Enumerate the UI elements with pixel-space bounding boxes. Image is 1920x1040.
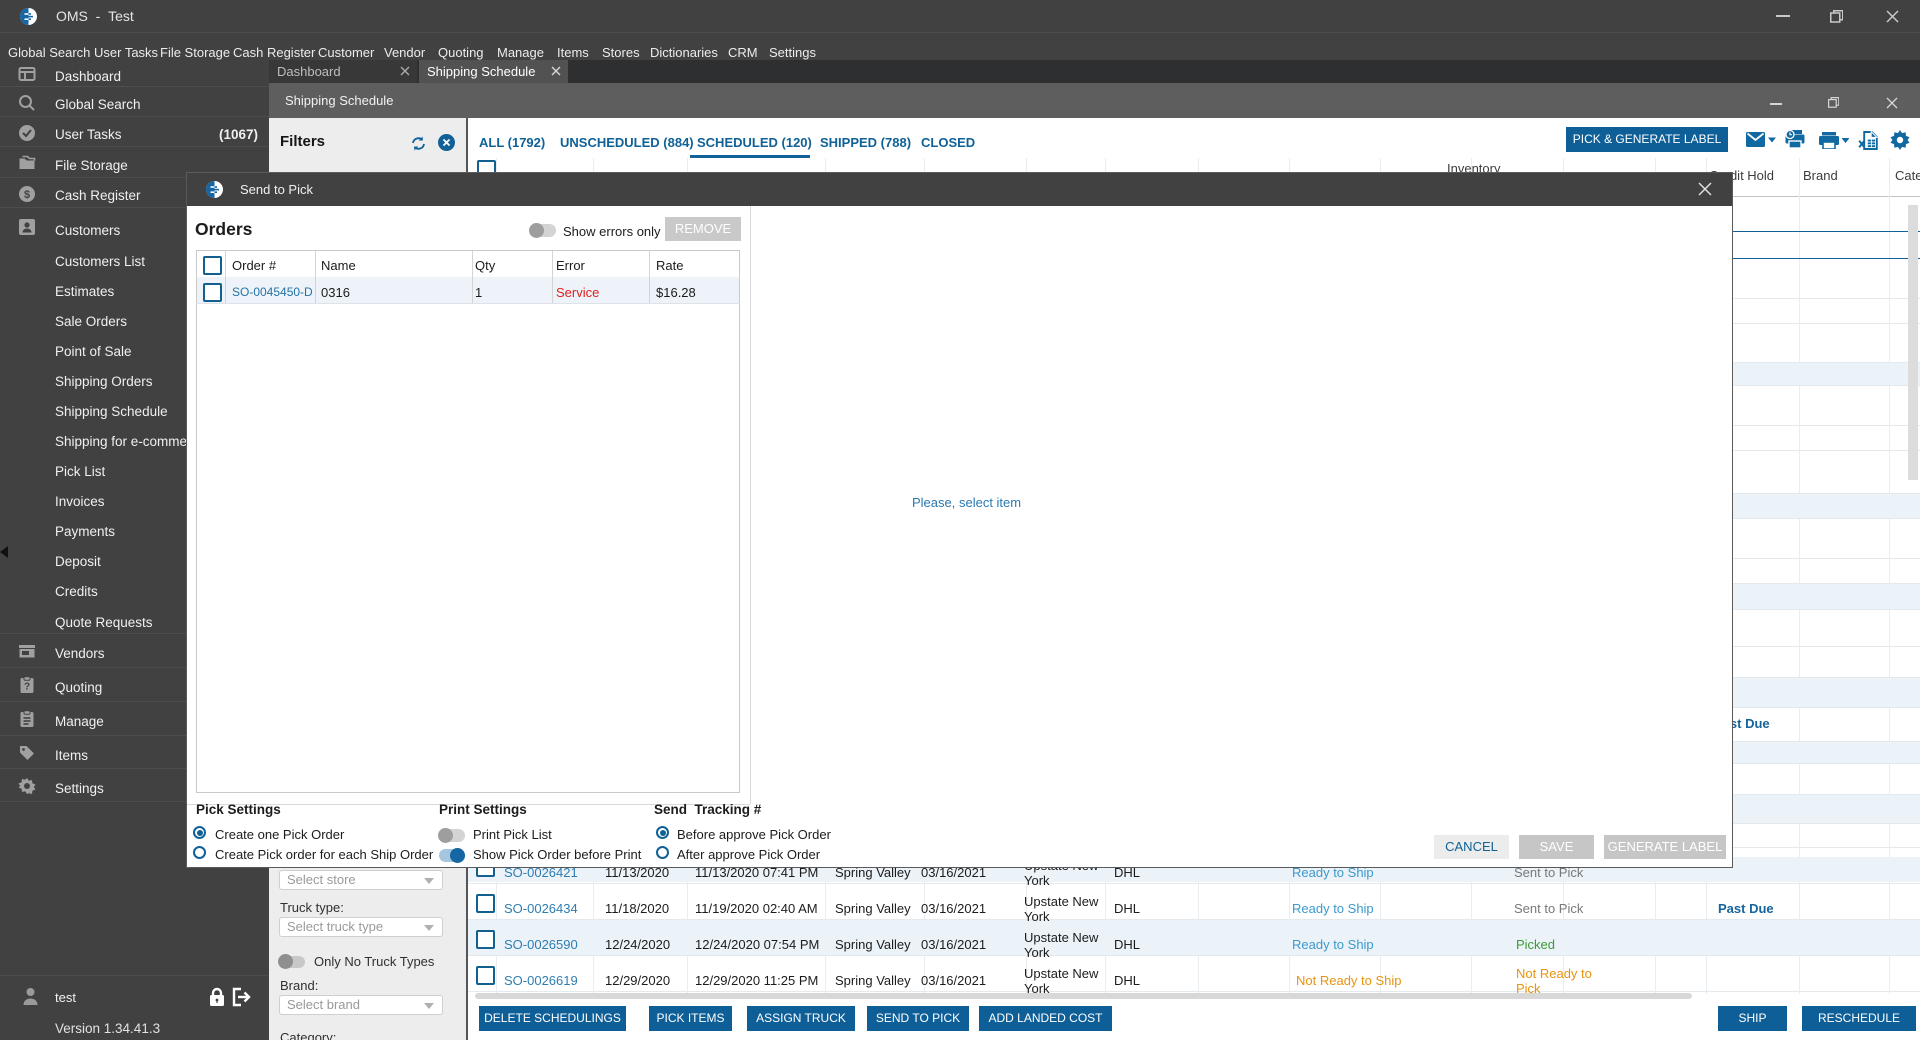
svg-text:?: ? [24,682,30,693]
svg-text:$: $ [24,189,30,201]
